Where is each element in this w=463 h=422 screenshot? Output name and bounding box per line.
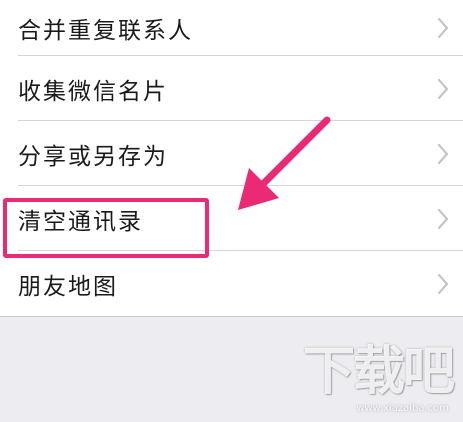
chevron-right-icon [435, 207, 451, 231]
menu-item-label: 收集微信名片 [18, 78, 168, 105]
chevron-right-icon [435, 272, 451, 296]
watermark-title: 下载吧 [302, 341, 455, 402]
menu-item-label: 合并重复联系人 [18, 18, 193, 44]
watermark-url: www.xiazaiba.com [356, 403, 449, 414]
chevron-right-icon [435, 142, 451, 166]
menu-item-label: 清空通讯录 [18, 208, 143, 235]
watermark: 下载吧 www.xiazaiba.com [303, 316, 457, 416]
menu-item-merge-duplicate-contacts[interactable]: 合并重复联系人 [0, 0, 463, 56]
settings-screen: 合并重复联系人 收集微信名片 分享或另存为 清空通讯录 朋友地图 下载吧 www… [0, 0, 463, 422]
menu-item-friends-map[interactable]: 朋友地图 [0, 251, 463, 316]
menu-item-label: 分享或另存为 [18, 143, 168, 170]
menu-item-clear-contacts[interactable]: 清空通讯录 [0, 186, 463, 251]
menu-item-label: 朋友地图 [18, 273, 118, 300]
chevron-right-icon [435, 16, 451, 40]
menu-item-share-or-save-as[interactable]: 分享或另存为 [0, 121, 463, 186]
menu-item-collect-wechat-cards[interactable]: 收集微信名片 [0, 56, 463, 121]
menu-list: 合并重复联系人 收集微信名片 分享或另存为 清空通讯录 朋友地图 [0, 0, 463, 317]
chevron-right-icon [435, 77, 451, 101]
